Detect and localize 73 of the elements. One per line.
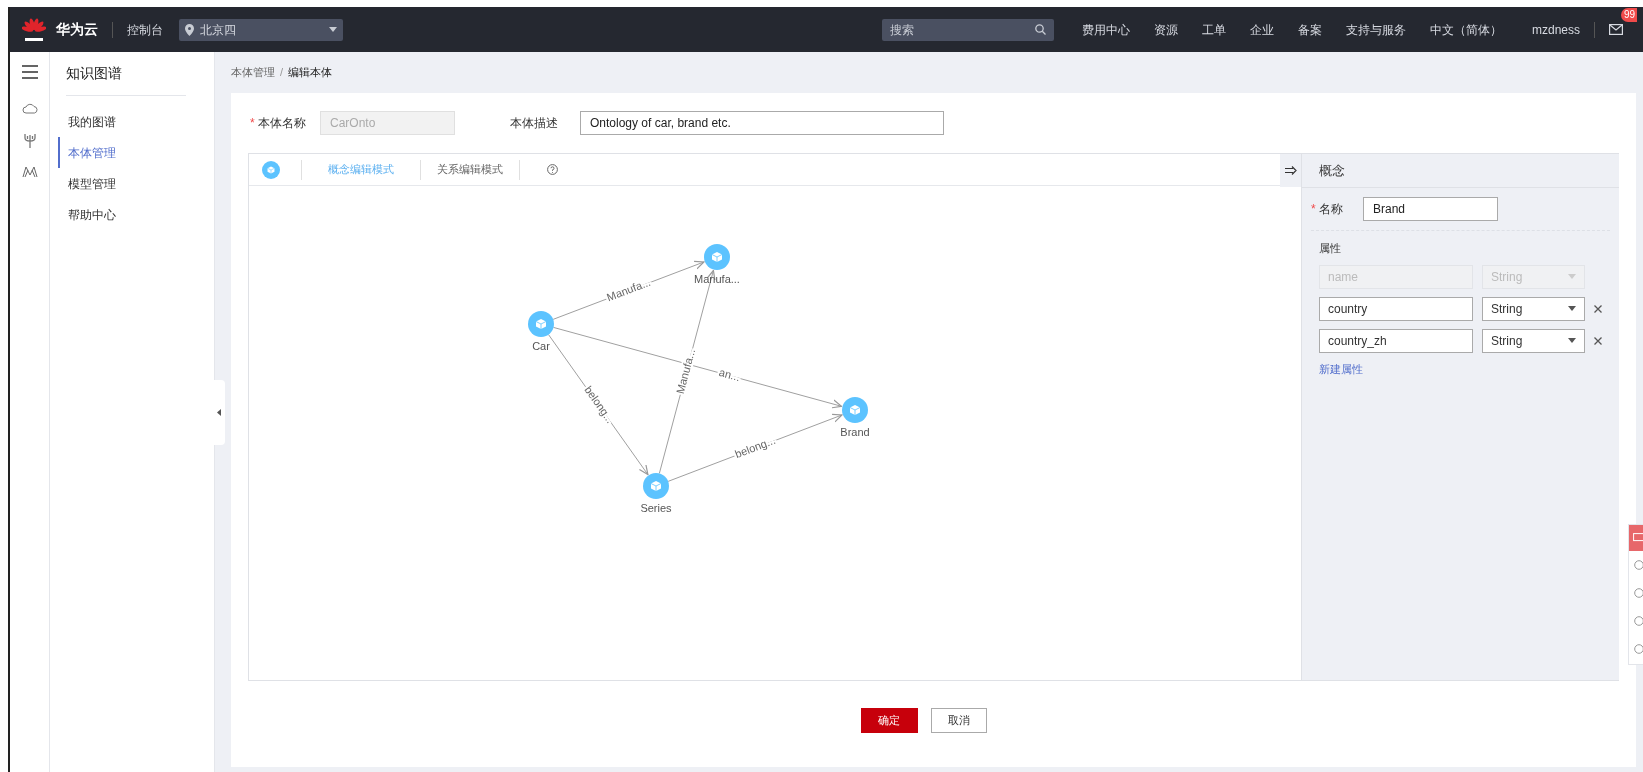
caret-icon <box>1568 338 1576 343</box>
type-select[interactable]: String <box>1482 328 1585 353</box>
required-mark: * <box>1311 201 1316 218</box>
collapse-arrow-icon <box>1284 166 1297 175</box>
attribute-name-field[interactable]: country <box>1319 296 1473 321</box>
sidebar-item[interactable]: 我的图谱 <box>58 106 198 137</box>
node-label: Manufa... <box>694 273 740 285</box>
location-pin-icon <box>185 23 194 36</box>
trident-icon[interactable] <box>22 132 37 148</box>
panel-title: 概念 <box>1302 154 1619 188</box>
cancel-button[interactable]: 取消 <box>930 708 987 733</box>
breadcrumb-item: 编辑本体 <box>288 65 333 81</box>
required-mark: * <box>250 115 255 132</box>
breadcrumb-separator: / <box>280 65 284 81</box>
node-type-icon[interactable] <box>262 160 280 179</box>
tool-icon[interactable] <box>1633 588 1643 598</box>
type-select[interactable]: String <box>1482 296 1585 321</box>
text-field[interactable]: Ontology of car, brand etc. <box>580 111 944 135</box>
nav-link[interactable]: 资源 <box>1153 20 1178 39</box>
console-link[interactable]: 控制台 <box>127 20 163 39</box>
notification-badge: 99 <box>1621 8 1638 22</box>
tool-icon[interactable] <box>1633 560 1643 570</box>
caret-icon <box>1568 274 1576 279</box>
sidebar-item[interactable]: 帮助中心 <box>58 199 198 230</box>
collapse-handle[interactable] <box>213 380 225 445</box>
add-attribute-link[interactable]: 新建属性 <box>1319 360 1602 377</box>
node-label: Brand <box>840 426 870 438</box>
breadcrumb-item[interactable]: 本体管理 <box>231 64 275 81</box>
panel-toggle[interactable] <box>1280 154 1301 187</box>
logo-icon[interactable] <box>22 16 46 43</box>
user-name[interactable]: mzdness <box>1531 20 1580 39</box>
attributes-label: 属性 <box>1319 241 1342 256</box>
field-label: 本体描述 <box>510 115 558 132</box>
sidebar-item[interactable]: 模型管理 <box>58 168 198 199</box>
cloud-icon[interactable] <box>21 103 38 114</box>
concept-name-field[interactable]: Brand <box>1363 197 1498 221</box>
model-icon[interactable] <box>21 166 38 178</box>
close-icon[interactable] <box>1594 336 1602 345</box>
confirm-button[interactable]: 确定 <box>860 708 918 733</box>
nav-link[interactable]: 费用中心 <box>1081 20 1130 39</box>
edge-label: belong... <box>733 433 777 461</box>
nav-link[interactable]: 工单 <box>1201 20 1226 39</box>
node-label: Car <box>532 340 550 352</box>
field-label: 本体名称 <box>257 115 306 132</box>
search-field[interactable]: 搜索 <box>881 18 1054 41</box>
help-icon[interactable] <box>547 164 558 175</box>
edge-label: Manufa... <box>605 275 653 304</box>
field-label: 名称 <box>1318 201 1343 218</box>
nav-link[interactable]: 支持与服务 <box>1345 20 1406 39</box>
nav-link[interactable]: 备案 <box>1297 20 1322 39</box>
nav-link[interactable]: 中文（简体） <box>1429 20 1502 39</box>
region-select[interactable]: 北京四 <box>179 18 343 41</box>
tool-icon[interactable] <box>1633 644 1643 654</box>
graph-node[interactable] <box>704 244 730 270</box>
mail-icon[interactable] <box>1609 24 1623 35</box>
sidebar-title: 知识图谱 <box>66 52 186 96</box>
graph-node[interactable] <box>842 397 868 423</box>
attribute-name-field[interactable]: country_zh <box>1319 328 1473 353</box>
graph-node[interactable] <box>643 473 669 499</box>
tool-icon[interactable] <box>1633 616 1643 626</box>
caret-icon <box>217 409 221 416</box>
node-label: Series <box>640 502 672 514</box>
mode-tab[interactable]: 关系编辑模式 <box>421 161 519 178</box>
menu-icon[interactable] <box>21 65 38 79</box>
nav-link[interactable]: 企业 <box>1249 20 1274 39</box>
brand-name: 华为云 <box>56 20 98 39</box>
search-icon[interactable] <box>1034 23 1046 35</box>
sidebar-item[interactable]: 本体管理 <box>58 137 198 168</box>
close-icon[interactable] <box>1594 304 1602 313</box>
caret-icon <box>1568 306 1576 311</box>
caret-icon <box>329 27 337 32</box>
edge-label: an... <box>717 365 742 384</box>
graph-node[interactable] <box>528 311 554 337</box>
